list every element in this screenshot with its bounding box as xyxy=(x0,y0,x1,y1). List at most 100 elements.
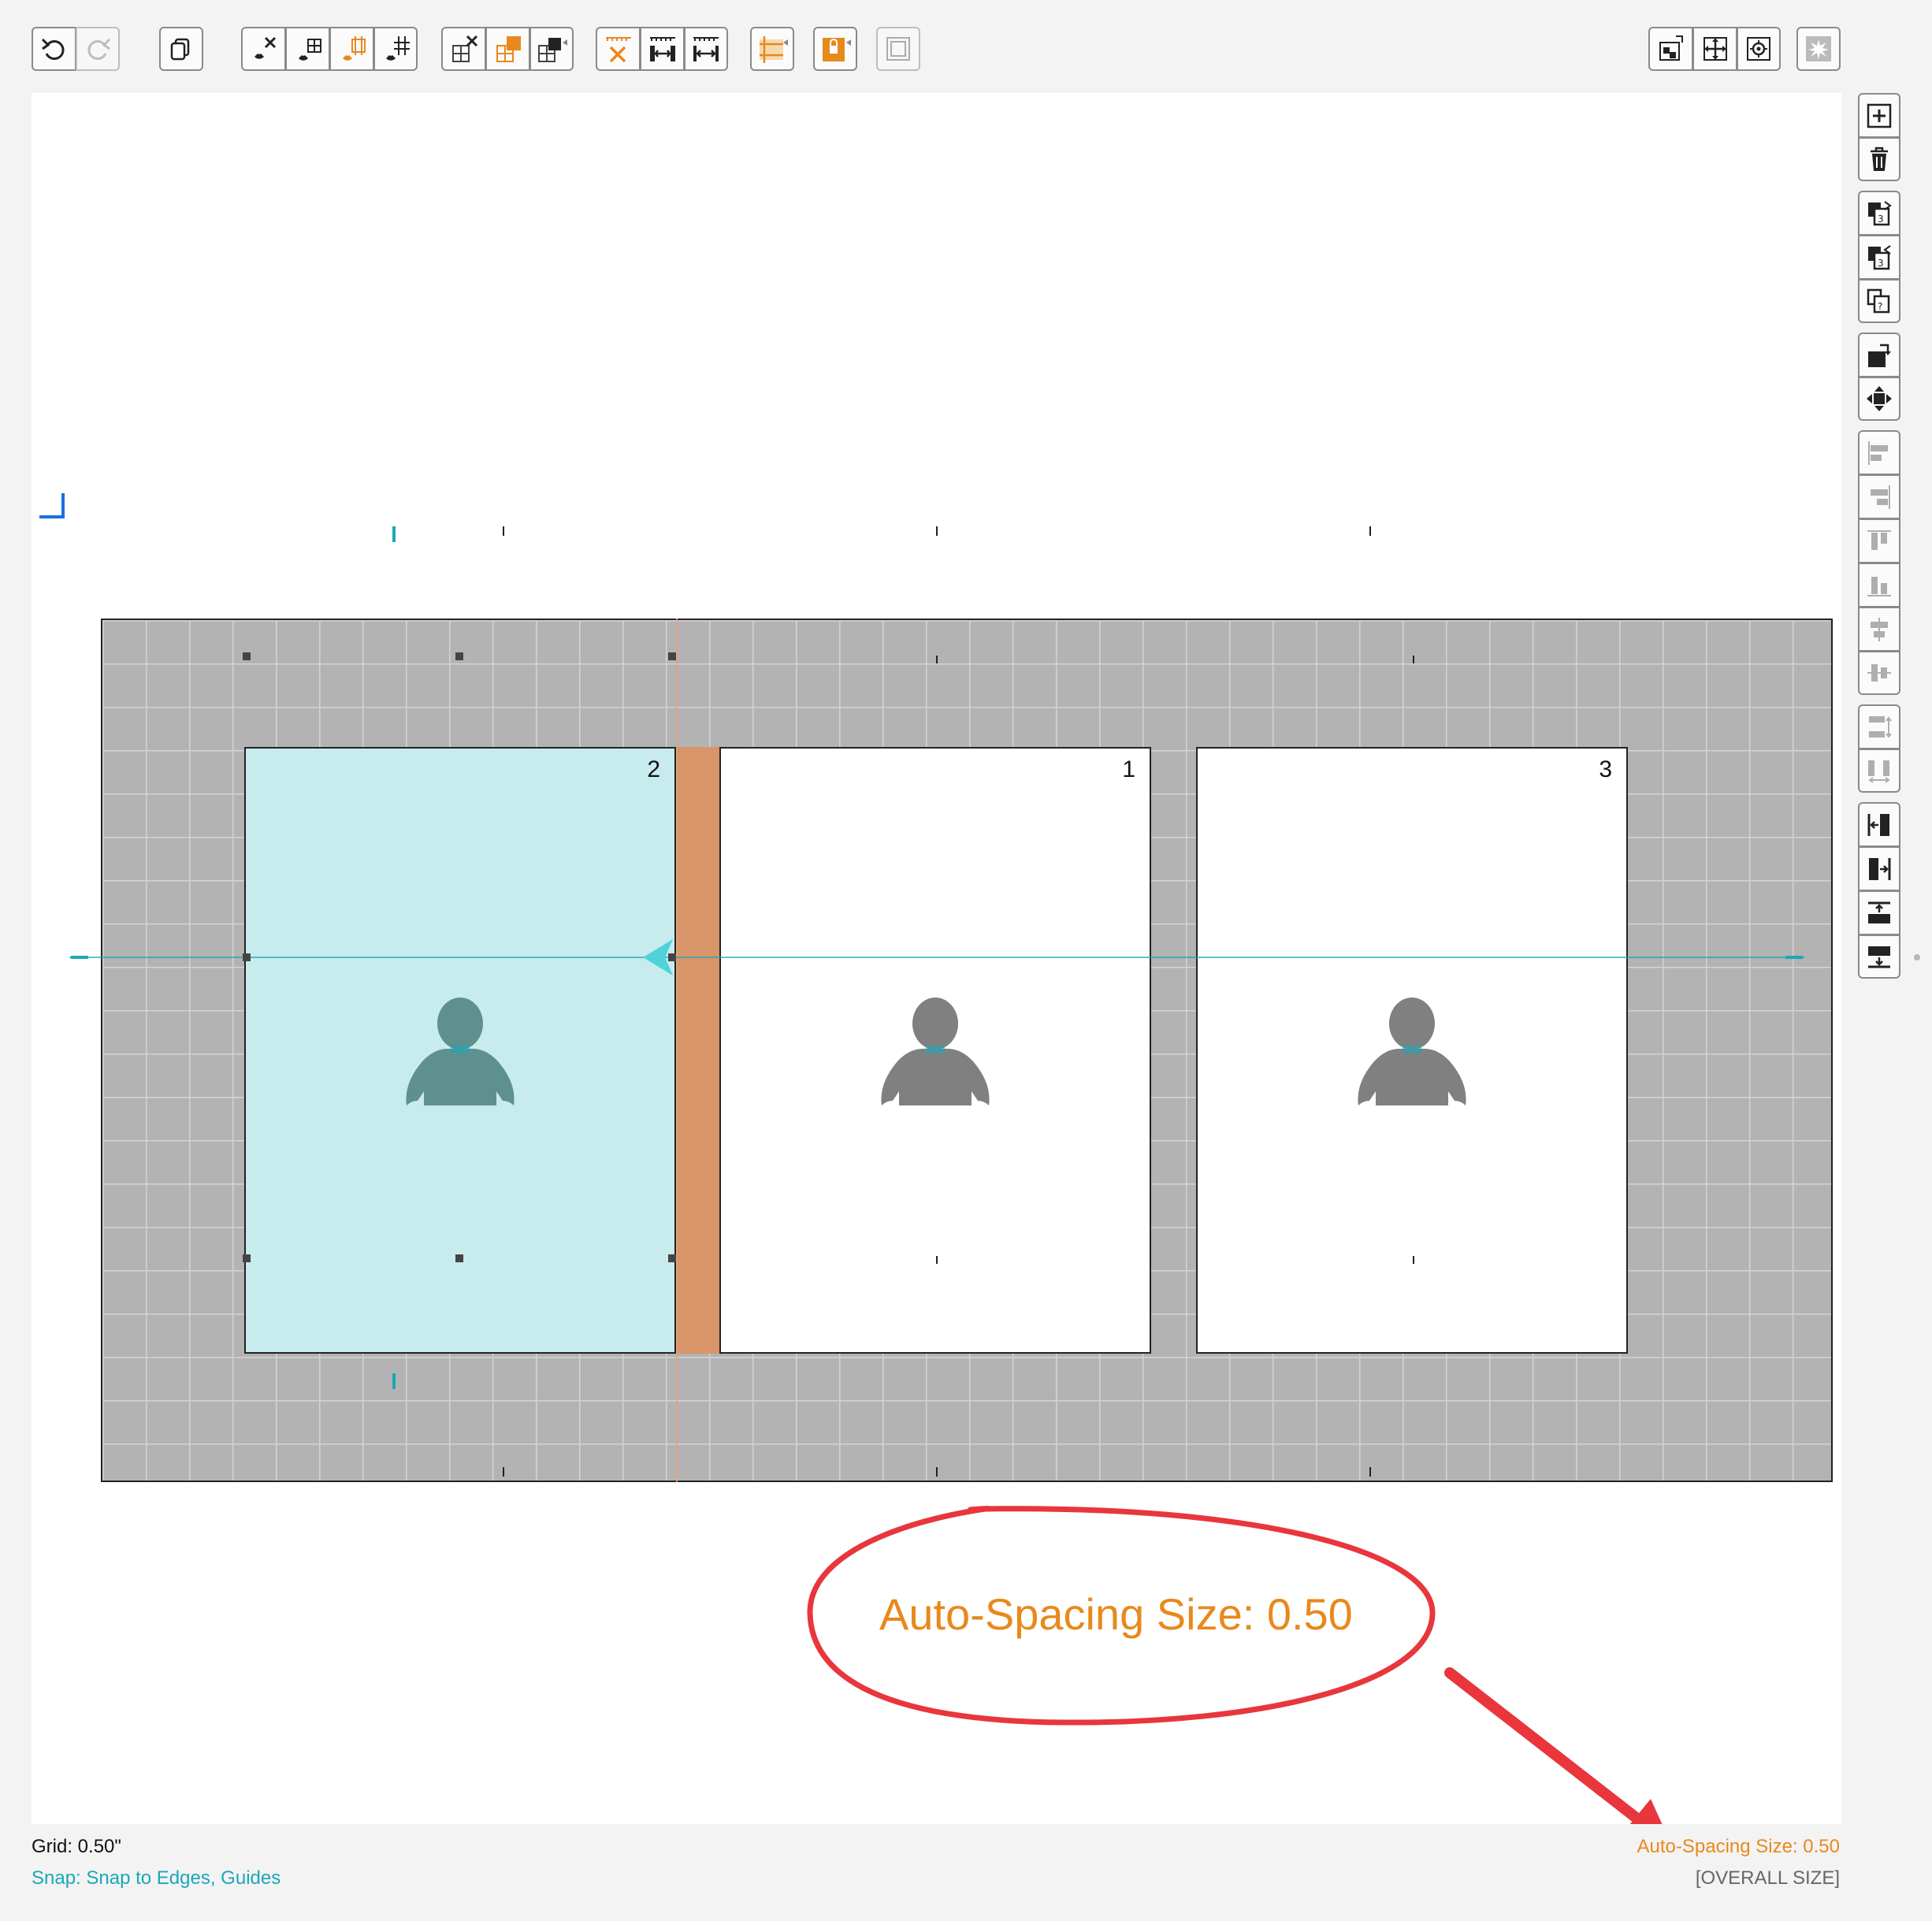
snap-panels-button[interactable] xyxy=(329,27,373,71)
margins-button[interactable] xyxy=(750,27,794,71)
trash-icon xyxy=(1871,147,1888,171)
move-panel-button[interactable] xyxy=(1858,377,1900,421)
align-center-vertical-button[interactable] xyxy=(1858,607,1900,651)
renumber-backward-icon: 3 xyxy=(1868,244,1891,269)
expand-down-icon xyxy=(1868,946,1890,968)
lock-spacing-icon xyxy=(823,38,851,61)
auto-spacing-button[interactable] xyxy=(684,27,728,71)
snap-status[interactable]: Snap: Snap to Edges, Guides xyxy=(32,1867,281,1889)
align-center-horizontal-button[interactable] xyxy=(1858,651,1900,695)
side-toolbar: 3 3 ? xyxy=(1858,93,1902,988)
margins-icon xyxy=(760,36,788,63)
clear-layout-button[interactable] xyxy=(441,27,485,71)
snap-off-button[interactable] xyxy=(241,27,285,71)
lock-spacing-button[interactable] xyxy=(813,27,857,71)
expand-group xyxy=(1858,802,1902,979)
magnet-grid-icon xyxy=(298,39,321,61)
distribute-group xyxy=(1858,704,1902,793)
align-top-icon xyxy=(1867,529,1891,550)
svg-text:?: ? xyxy=(1878,301,1882,312)
frame-icon xyxy=(886,37,910,61)
align-bottom-icon xyxy=(1867,576,1891,596)
expand-down-button[interactable] xyxy=(1858,934,1900,979)
layout-menu-button[interactable] xyxy=(529,27,574,71)
distribute-horizontal-icon xyxy=(1868,760,1890,783)
delete-panel-button[interactable] xyxy=(1858,137,1900,181)
distribute-vertical-button[interactable] xyxy=(1858,704,1900,749)
add-panel-icon xyxy=(1867,103,1892,128)
add-panel-button[interactable] xyxy=(1858,93,1900,137)
magnet-panels-icon xyxy=(342,36,366,61)
ruler-auto-spacing-icon xyxy=(693,37,719,61)
fit-to-window-button[interactable] xyxy=(1692,27,1737,71)
annotation-arrow-shaft xyxy=(1444,1667,1654,1824)
target-icon xyxy=(1747,37,1770,61)
annotation-callout-text: Auto-Spacing Size: 0.50 xyxy=(879,1589,1353,1639)
renumber-backward-button[interactable]: 3 xyxy=(1858,235,1900,279)
duplicate-group xyxy=(159,27,203,72)
align-center-vertical-icon xyxy=(1871,617,1888,641)
align-bottom-button[interactable] xyxy=(1858,563,1900,607)
renumber-forward-button[interactable]: 3 xyxy=(1858,191,1900,235)
align-left-button[interactable] xyxy=(1858,430,1900,474)
arrange-button[interactable] xyxy=(1648,27,1692,71)
arrange-icon xyxy=(1659,35,1683,61)
grid-status: Grid: 0.50" xyxy=(32,1836,121,1857)
fill-layout-button[interactable] xyxy=(485,27,529,71)
resize-dot xyxy=(1914,954,1920,960)
duplicate-icon xyxy=(170,38,190,61)
renumber-forward-icon: 3 xyxy=(1868,200,1892,225)
overall-size-status[interactable]: [OVERALL SIZE] xyxy=(1696,1867,1840,1889)
magnet-guides-icon xyxy=(386,36,410,61)
expand-right-icon xyxy=(1869,857,1891,880)
ruler-clear-icon xyxy=(605,37,631,63)
view-group xyxy=(1648,27,1781,72)
align-right-icon xyxy=(1871,485,1890,509)
frame-group xyxy=(876,27,920,72)
align-center-horizontal-icon xyxy=(1867,664,1891,682)
align-right-button[interactable] xyxy=(1858,474,1900,518)
burst-icon xyxy=(1806,36,1831,61)
distribute-horizontal-button[interactable] xyxy=(1858,749,1900,793)
redo-button[interactable] xyxy=(76,27,120,71)
fit-icon xyxy=(1703,37,1727,61)
magnet-off-icon xyxy=(254,36,276,59)
center-view-button[interactable] xyxy=(1737,27,1781,71)
ruler-spacing-icon xyxy=(649,37,675,61)
frame-button[interactable] xyxy=(876,27,920,71)
undo-icon xyxy=(41,38,65,60)
effects-group xyxy=(1796,27,1841,72)
canvas-area[interactable]: 2 1 3 Auto-Spacing Size: 0.50 xyxy=(32,93,1841,1824)
spacing-button[interactable] xyxy=(640,27,684,71)
expand-right-button[interactable] xyxy=(1858,846,1900,890)
grid-menu-icon xyxy=(538,38,567,62)
align-top-button[interactable] xyxy=(1858,518,1900,563)
renumber-custom-button[interactable]: ? xyxy=(1858,279,1900,323)
panel-mid-ticks xyxy=(936,656,1414,1264)
expand-up-button[interactable] xyxy=(1858,890,1900,934)
svg-text:3: 3 xyxy=(1878,258,1884,269)
snap-guides-button[interactable] xyxy=(373,27,418,71)
clear-spacing-button[interactable] xyxy=(596,27,640,71)
snap-group xyxy=(241,27,418,72)
panel-transform-group xyxy=(1858,333,1902,421)
undo-redo-group xyxy=(32,27,120,72)
snap-grid-button[interactable] xyxy=(285,27,329,71)
margins-group xyxy=(750,27,794,72)
undo-button[interactable] xyxy=(32,27,76,71)
align-group xyxy=(1858,430,1902,695)
rotate-icon xyxy=(1868,344,1891,367)
spacing-group xyxy=(596,27,728,72)
effects-button[interactable] xyxy=(1796,27,1841,71)
expand-up-icon xyxy=(1868,901,1890,923)
renumber-custom-icon: ? xyxy=(1867,288,1890,314)
rotate-panel-button[interactable] xyxy=(1858,333,1900,377)
align-left-icon xyxy=(1868,440,1888,465)
layout-group xyxy=(441,27,574,72)
grid-clear-icon xyxy=(451,35,477,62)
expand-left-button[interactable] xyxy=(1858,802,1900,846)
lock-group xyxy=(813,27,857,72)
redo-icon xyxy=(87,38,111,60)
board-edge-ticks xyxy=(503,526,1371,1477)
duplicate-button[interactable] xyxy=(159,27,203,71)
